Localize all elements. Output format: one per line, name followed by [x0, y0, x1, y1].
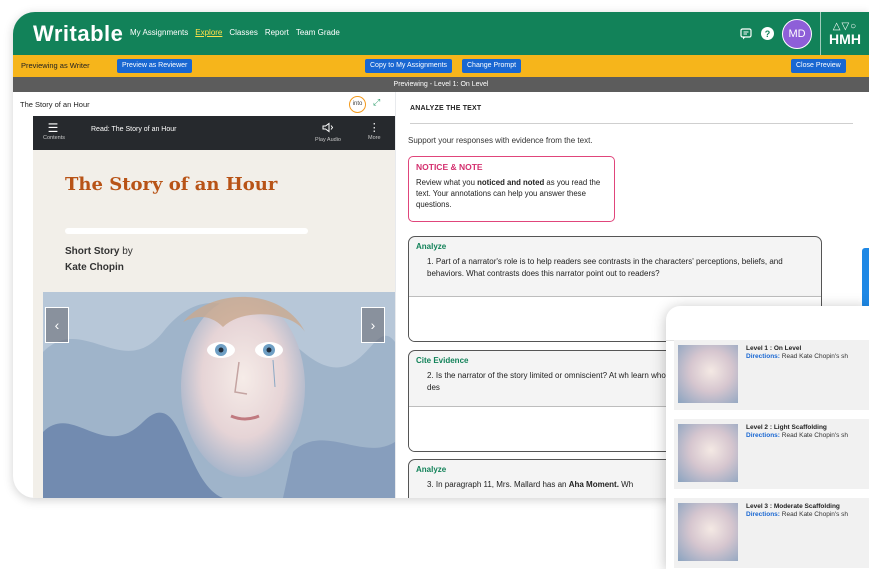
side-panel-tab[interactable]: [862, 248, 869, 308]
book-divider: [65, 228, 308, 234]
nav-my-assignments[interactable]: My Assignments: [130, 28, 188, 37]
level-banner: Previewing - Level 1: On Level: [13, 77, 869, 92]
level-2-directions-label: Directions:: [746, 432, 780, 439]
help-icon[interactable]: ?: [761, 27, 774, 40]
level-2-title: Level 2 : Light Scaffolding: [746, 424, 827, 431]
level-3-directions: Directions: Read Kate Chopin's sh: [746, 511, 848, 518]
analyze-heading: ANALYZE THE TEXT: [410, 105, 482, 112]
contents-label: Contents: [43, 135, 66, 141]
hmh-brand: HMH: [829, 30, 861, 47]
notice-body-bold: noticed and noted: [477, 178, 545, 187]
book-genre: Short Story: [65, 246, 120, 257]
preview-label: Previewing as Writer: [21, 61, 90, 70]
level-2-directions-text: Read Kate Chopin's sh: [779, 432, 849, 439]
level-1-directions: Directions: Read Kate Chopin's sh: [746, 353, 848, 360]
reader-title: Read: The Story of an Hour: [91, 126, 177, 133]
question-1-label: Analyze: [416, 242, 447, 251]
book-page: The Story of an Hour Short Story by Kate…: [33, 150, 395, 498]
chevron-right-icon[interactable]: ›: [361, 307, 385, 343]
support-text: Support your responses with evidence fro…: [408, 136, 593, 145]
level-1-title: Level 1 : On Level: [746, 345, 802, 352]
nav-report[interactable]: Report: [265, 28, 289, 37]
notice-body-start: Review what you: [416, 178, 478, 187]
contents-button[interactable]: ☰ Contents: [43, 121, 66, 141]
level-3-directions-text: Read Kate Chopin's sh: [779, 511, 849, 518]
question-1-text: 1. Part of a narrator's role is to help …: [427, 257, 783, 278]
question-3-label: Analyze: [416, 465, 447, 474]
expand-icon[interactable]: ⤢: [373, 97, 380, 108]
writable-logo[interactable]: Writable: [33, 21, 123, 47]
preview-as-reviewer-button[interactable]: Preview as Reviewer: [117, 59, 193, 73]
question-3-text-start: 3. In paragraph 11, Mrs. Mallard has an: [427, 480, 569, 489]
reader-toolbar: ☰ Contents Read: The Story of an Hour Pl…: [33, 116, 395, 150]
level-2-directions: Directions: Read Kate Chopin's sh: [746, 432, 848, 439]
chevron-left-icon[interactable]: ‹: [45, 307, 69, 343]
more-label: More: [368, 135, 381, 141]
notice-note-box: NOTICE & NOTE Review what you noticed an…: [408, 156, 615, 222]
avatar[interactable]: MD: [782, 18, 812, 49]
level-3-title: Level 3 : Moderate Scaffolding: [746, 503, 840, 510]
change-prompt-button[interactable]: Change Prompt: [462, 59, 522, 73]
play-audio-button[interactable]: Play Audio: [315, 122, 341, 143]
nav-classes[interactable]: Classes: [229, 28, 257, 37]
reader-panel: The Story of an Hour into ⤢ ☰ Contents R…: [13, 92, 395, 498]
level-option-2[interactable]: Level 2 : Light Scaffolding Directions: …: [674, 419, 869, 489]
level-option-3[interactable]: Level 3 : Moderate Scaffolding Direction…: [674, 498, 869, 568]
hmh-logo: △▽○ HMH: [820, 12, 869, 55]
preview-bar: Previewing as Writer Preview as Reviewer…: [13, 55, 869, 77]
into-badge[interactable]: into: [349, 96, 366, 113]
heading-divider: [410, 123, 853, 124]
cover-image: [43, 292, 395, 498]
nav-team-grade[interactable]: Team Grade: [296, 28, 340, 37]
book-genre-line: Short Story by: [65, 246, 133, 257]
chat-icon[interactable]: [739, 27, 753, 41]
play-audio-label: Play Audio: [315, 137, 341, 143]
level-1-thumbnail: [678, 345, 738, 403]
close-preview-button[interactable]: Close Preview: [791, 59, 846, 73]
question-3-text-end: Wh: [618, 480, 634, 489]
book-title: The Story of an Hour: [65, 174, 278, 195]
level-2-thumbnail: [678, 424, 738, 482]
doc-title: The Story of an Hour: [20, 100, 90, 109]
book-by: by: [119, 246, 133, 257]
level-1-directions-text: Read Kate Chopin's sh: [779, 353, 849, 360]
level-3-directions-label: Directions:: [746, 511, 780, 518]
notice-title: NOTICE & NOTE: [416, 162, 483, 172]
level-3-thumbnail: [678, 503, 738, 561]
hmh-mark-icon: △▽○: [832, 20, 858, 32]
top-right-controls: ? MD △▽○ HMH: [739, 12, 869, 55]
speaker-icon: [315, 122, 341, 136]
question-3-bold: Aha Moment.: [568, 480, 619, 489]
nav-explore[interactable]: Explore: [195, 28, 222, 37]
more-button[interactable]: ⋮ More: [368, 122, 381, 141]
levels-popup-header: [666, 306, 869, 341]
notice-body: Review what you noticed and noted as you…: [416, 177, 608, 210]
question-2-label: Cite Evidence: [416, 356, 469, 365]
book-author: Kate Chopin: [65, 262, 124, 273]
copy-to-assignments-button[interactable]: Copy to My Assignments: [365, 59, 453, 73]
top-nav-bar: Writable My Assignments Explore Classes …: [13, 12, 869, 55]
level-1-directions-label: Directions:: [746, 353, 780, 360]
levels-popup: Level 1 : On Level Directions: Read Kate…: [666, 306, 869, 569]
main-nav: My Assignments Explore Classes Report Te…: [130, 28, 340, 37]
reader-title-row: The Story of an Hour into ⤢: [13, 92, 395, 116]
level-option-1[interactable]: Level 1 : On Level Directions: Read Kate…: [674, 340, 869, 410]
hamburger-icon: ☰: [47, 121, 59, 135]
more-icon: ⋮: [368, 122, 380, 134]
